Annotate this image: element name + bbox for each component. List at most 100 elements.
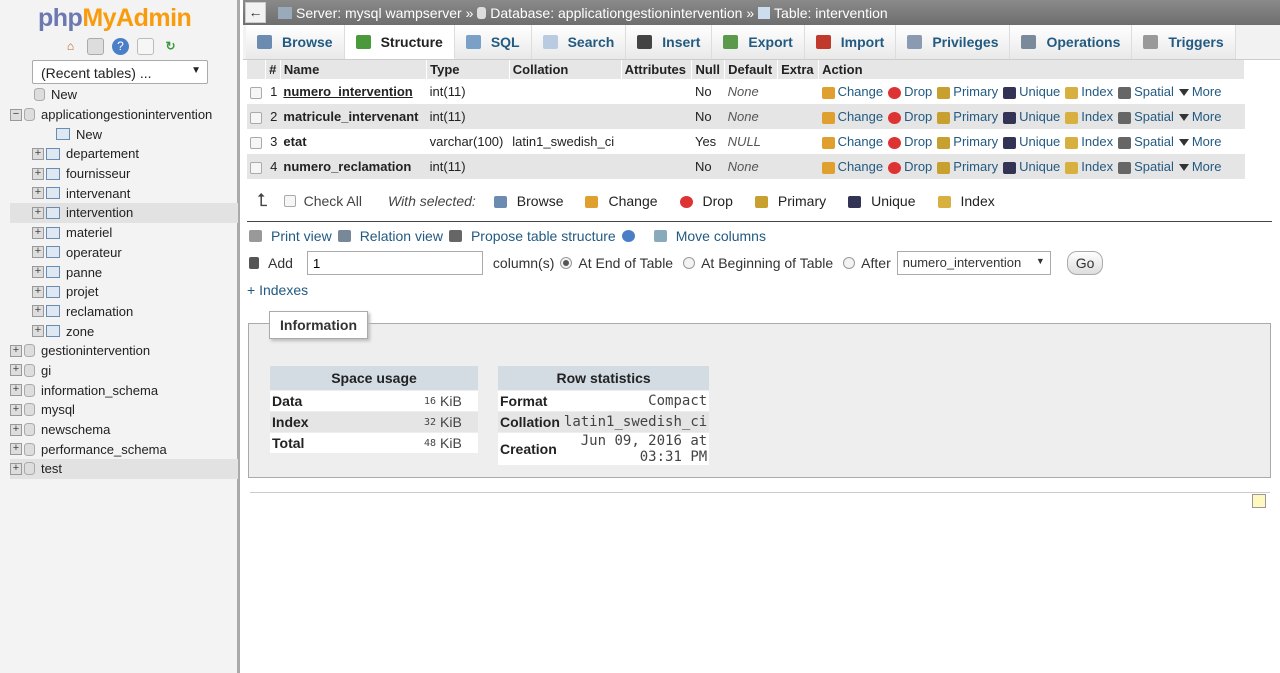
action-index[interactable]: Index: [1065, 84, 1113, 99]
with-selected-primary[interactable]: Primary: [754, 193, 826, 209]
tree-item-label[interactable]: operateur: [66, 245, 122, 260]
tab-sql[interactable]: SQL: [454, 25, 532, 59]
row-checkbox[interactable]: [250, 136, 262, 149]
action-index[interactable]: Index: [1065, 159, 1113, 174]
action-drop[interactable]: Drop: [888, 159, 932, 174]
breadcrumb-server[interactable]: Server: mysql wampserver: [296, 5, 462, 21]
at-end-radio[interactable]: [560, 257, 573, 269]
check-all-label[interactable]: Check All: [304, 193, 362, 209]
tree-item-label[interactable]: panne: [66, 265, 102, 280]
column-count-input[interactable]: [306, 251, 483, 275]
tree-item-label[interactable]: intervenant: [66, 186, 130, 201]
tree-item-label[interactable]: departement: [66, 146, 139, 161]
action-change[interactable]: Change: [821, 159, 883, 174]
action-change[interactable]: Change: [821, 134, 883, 149]
tree-item[interactable]: + departement: [10, 144, 238, 164]
breadcrumb-database[interactable]: Database: applicationgestionintervention: [490, 5, 742, 21]
tree-item-label[interactable]: intervention: [66, 205, 133, 220]
tree-item-label[interactable]: newschema: [41, 422, 110, 437]
row-checkbox[interactable]: [250, 86, 262, 99]
at-beginning-label[interactable]: At Beginning of Table: [701, 255, 833, 271]
action-primary[interactable]: Primary: [937, 159, 998, 174]
move-columns-link[interactable]: Move columns: [676, 228, 766, 244]
expand-icon[interactable]: +: [10, 344, 22, 357]
tree-item[interactable]: + gi: [10, 361, 238, 381]
action-more[interactable]: More: [1178, 84, 1221, 99]
tab-privileges[interactable]: Privileges: [896, 25, 1011, 59]
docs-icon[interactable]: [137, 38, 154, 55]
console-icon[interactable]: [1252, 494, 1266, 508]
action-more[interactable]: More: [1178, 159, 1221, 174]
with-selected-drop[interactable]: Drop: [679, 193, 733, 209]
column-name[interactable]: numero_intervention: [280, 79, 427, 104]
action-primary[interactable]: Primary: [937, 134, 998, 149]
expand-icon[interactable]: +: [32, 285, 44, 298]
action-spatial[interactable]: Spatial: [1118, 109, 1174, 124]
tab-browse[interactable]: Browse: [246, 25, 345, 59]
tree-item-label[interactable]: fournisseur: [66, 166, 130, 181]
tree-item-label[interactable]: mysql: [41, 402, 75, 417]
action-drop[interactable]: Drop: [888, 134, 932, 149]
tree-item[interactable]: + newschema: [10, 420, 238, 440]
tree-item[interactable]: + intervention: [10, 203, 238, 223]
at-end-label[interactable]: At End of Table: [578, 255, 673, 271]
tree-item-label[interactable]: performance_schema: [41, 442, 167, 457]
expand-icon[interactable]: +: [32, 167, 44, 180]
tab-structure[interactable]: Structure: [344, 25, 455, 59]
expand-icon[interactable]: +: [32, 266, 44, 279]
tree-item[interactable]: + test: [10, 459, 238, 479]
tab-import[interactable]: Import: [804, 25, 897, 59]
expand-icon[interactable]: +: [10, 403, 22, 416]
with-selected-change[interactable]: Change: [585, 193, 658, 209]
tree-item-label[interactable]: New: [76, 127, 102, 142]
tree-item-label[interactable]: reclamation: [66, 304, 133, 319]
expand-icon[interactable]: +: [10, 462, 22, 475]
expand-icon[interactable]: +: [32, 305, 44, 318]
expand-icon[interactable]: +: [32, 187, 44, 200]
tab-insert[interactable]: Insert: [626, 25, 713, 59]
tree-item[interactable]: New: [10, 124, 238, 144]
home-icon[interactable]: ⌂: [62, 38, 79, 55]
expand-icon[interactable]: +: [32, 246, 44, 259]
after-column-select[interactable]: numero_intervention ▼: [896, 251, 1051, 275]
phpmyadmin-logo[interactable]: phpMyAdmin: [38, 4, 192, 33]
tree-item[interactable]: + panne: [10, 262, 238, 282]
tree-item[interactable]: − applicationgestionintervention: [10, 105, 238, 125]
expand-icon[interactable]: +: [32, 206, 44, 219]
go-button[interactable]: Go: [1066, 251, 1104, 275]
after-label[interactable]: After: [861, 255, 891, 271]
tree-item-label[interactable]: New: [51, 87, 77, 102]
tab-export[interactable]: Export: [712, 25, 805, 59]
collapse-icon[interactable]: −: [10, 108, 22, 121]
action-change[interactable]: Change: [821, 84, 883, 99]
print-view-link[interactable]: Print view: [271, 228, 332, 244]
action-index[interactable]: Index: [1065, 134, 1113, 149]
relation-view-link[interactable]: Relation view: [360, 228, 443, 244]
help-icon[interactable]: [621, 230, 635, 242]
help-icon[interactable]: ?: [112, 38, 129, 55]
tree-item[interactable]: New: [10, 85, 238, 105]
recent-tables-select[interactable]: (Recent tables) ... ▼: [32, 60, 208, 84]
after-radio[interactable]: [843, 257, 856, 269]
action-unique[interactable]: Unique: [1003, 159, 1060, 174]
expand-icon[interactable]: +: [32, 325, 44, 338]
tree-item-label[interactable]: zone: [66, 324, 94, 339]
row-checkbox[interactable]: [250, 111, 262, 124]
tree-item[interactable]: + mysql: [10, 400, 238, 420]
action-primary[interactable]: Primary: [937, 109, 998, 124]
with-selected-browse[interactable]: Browse: [493, 193, 563, 209]
tree-item-label[interactable]: gestionintervention: [41, 343, 150, 358]
tree-item[interactable]: + performance_schema: [10, 439, 238, 459]
propose-structure-link[interactable]: Propose table structure: [471, 228, 616, 244]
tree-item-label[interactable]: information_schema: [41, 383, 158, 398]
action-drop[interactable]: Drop: [888, 84, 932, 99]
tab-triggers[interactable]: Triggers: [1132, 25, 1236, 59]
reload-icon[interactable]: ↻: [162, 38, 179, 55]
expand-icon[interactable]: +: [10, 384, 22, 397]
tree-item-label[interactable]: test: [41, 461, 62, 476]
tab-search[interactable]: Search: [531, 25, 627, 59]
action-more[interactable]: More: [1178, 134, 1221, 149]
with-selected-index[interactable]: Index: [937, 193, 995, 209]
action-spatial[interactable]: Spatial: [1118, 159, 1174, 174]
action-unique[interactable]: Unique: [1003, 84, 1060, 99]
